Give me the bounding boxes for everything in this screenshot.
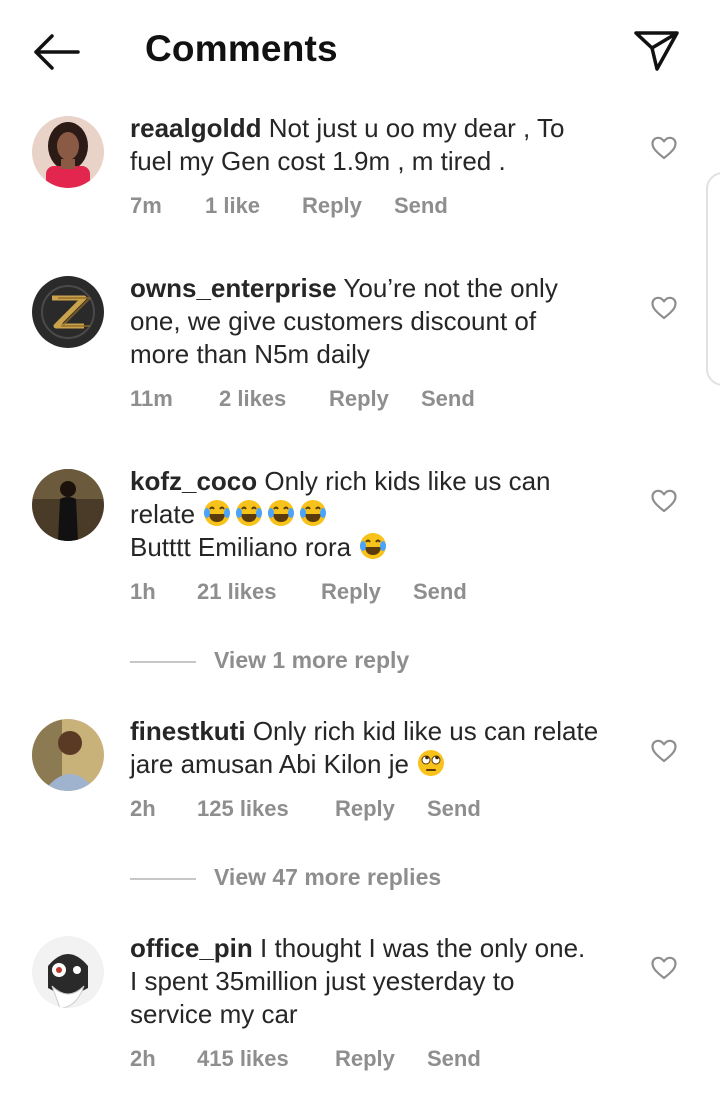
comment-text-line: Butttt Emiliano rora bbox=[130, 532, 352, 562]
reply-button[interactable]: Reply bbox=[329, 386, 421, 412]
comment-meta: 7m 1 like Reply Send bbox=[130, 193, 448, 219]
comment-time: 7m bbox=[130, 193, 162, 218]
comment-meta: 11m 2 likes Reply Send bbox=[130, 386, 475, 412]
view-more-label: View 47 more replies bbox=[214, 864, 442, 890]
eye-roll-emoji bbox=[416, 749, 448, 779]
comment-likes[interactable]: 125 likes bbox=[197, 796, 335, 822]
send-button[interactable]: Send bbox=[394, 193, 448, 219]
divider-line bbox=[130, 877, 196, 880]
reply-button[interactable]: Reply bbox=[321, 579, 413, 605]
comment-body: reaalgoldd Not just u oo my dear , To fu… bbox=[130, 112, 630, 178]
send-button[interactable]: Send bbox=[427, 1046, 481, 1072]
heart-outline-icon[interactable] bbox=[651, 296, 677, 320]
avatar[interactable] bbox=[32, 276, 104, 348]
heart-outline-icon[interactable] bbox=[651, 489, 677, 513]
comment-likes[interactable]: 2 likes bbox=[219, 386, 329, 412]
view-more-label: View 1 more reply bbox=[214, 647, 410, 673]
tears-of-joy-emoji bbox=[358, 532, 390, 562]
paper-plane-icon bbox=[634, 31, 679, 71]
back-button[interactable] bbox=[30, 30, 82, 74]
heart-outline-icon[interactable] bbox=[651, 136, 677, 160]
view-more-replies[interactable]: View 1 more reply bbox=[130, 647, 409, 674]
scroll-handle[interactable] bbox=[706, 172, 720, 386]
avatar[interactable] bbox=[32, 719, 104, 791]
avatar[interactable] bbox=[32, 936, 104, 1008]
comment-username[interactable]: owns_enterprise bbox=[130, 273, 337, 303]
view-more-replies[interactable]: View 47 more replies bbox=[130, 864, 441, 891]
arrow-left-icon bbox=[34, 34, 80, 70]
comment-time: 2h bbox=[130, 796, 156, 821]
comment-username[interactable]: office_pin bbox=[130, 933, 253, 963]
share-button[interactable] bbox=[630, 26, 682, 74]
heart-outline-icon[interactable] bbox=[651, 956, 677, 980]
comment-likes[interactable]: 1 like bbox=[205, 193, 302, 219]
comment-time: 1h bbox=[130, 579, 156, 604]
comment-username[interactable]: reaalgoldd bbox=[130, 113, 261, 143]
comment-meta: 1h 21 likes Reply Send bbox=[130, 579, 467, 605]
comment-body: office_pin I thought I was the only one.… bbox=[130, 932, 630, 1031]
heart-outline-icon[interactable] bbox=[651, 739, 677, 763]
comment-likes[interactable]: 21 likes bbox=[197, 579, 321, 605]
comment-body: kofz_coco Only rich kids like us can rel… bbox=[130, 465, 630, 564]
comment-time: 11m bbox=[130, 386, 173, 411]
avatar[interactable] bbox=[32, 469, 104, 541]
divider-line bbox=[130, 660, 196, 663]
send-button[interactable]: Send bbox=[421, 386, 475, 412]
tears-of-joy-emoji bbox=[202, 499, 330, 529]
send-button[interactable]: Send bbox=[427, 796, 481, 822]
header: Comments bbox=[0, 0, 720, 100]
comment-username[interactable]: kofz_coco bbox=[130, 466, 257, 496]
comment-time: 2h bbox=[130, 1046, 156, 1071]
page-title: Comments bbox=[145, 28, 338, 69]
reply-button[interactable]: Reply bbox=[302, 193, 394, 219]
comment-meta: 2h 415 likes Reply Send bbox=[130, 1046, 481, 1072]
comment-meta: 2h 125 likes Reply Send bbox=[130, 796, 481, 822]
comment-likes[interactable]: 415 likes bbox=[197, 1046, 335, 1072]
send-button[interactable]: Send bbox=[413, 579, 467, 605]
comment-body: finestkuti Only rich kid like us can rel… bbox=[130, 715, 630, 781]
comment-body: owns_enterprise You’re not the only one,… bbox=[130, 272, 630, 371]
avatar[interactable] bbox=[32, 116, 104, 188]
reply-button[interactable]: Reply bbox=[335, 1046, 427, 1072]
reply-button[interactable]: Reply bbox=[335, 796, 427, 822]
comment-username[interactable]: finestkuti bbox=[130, 716, 246, 746]
